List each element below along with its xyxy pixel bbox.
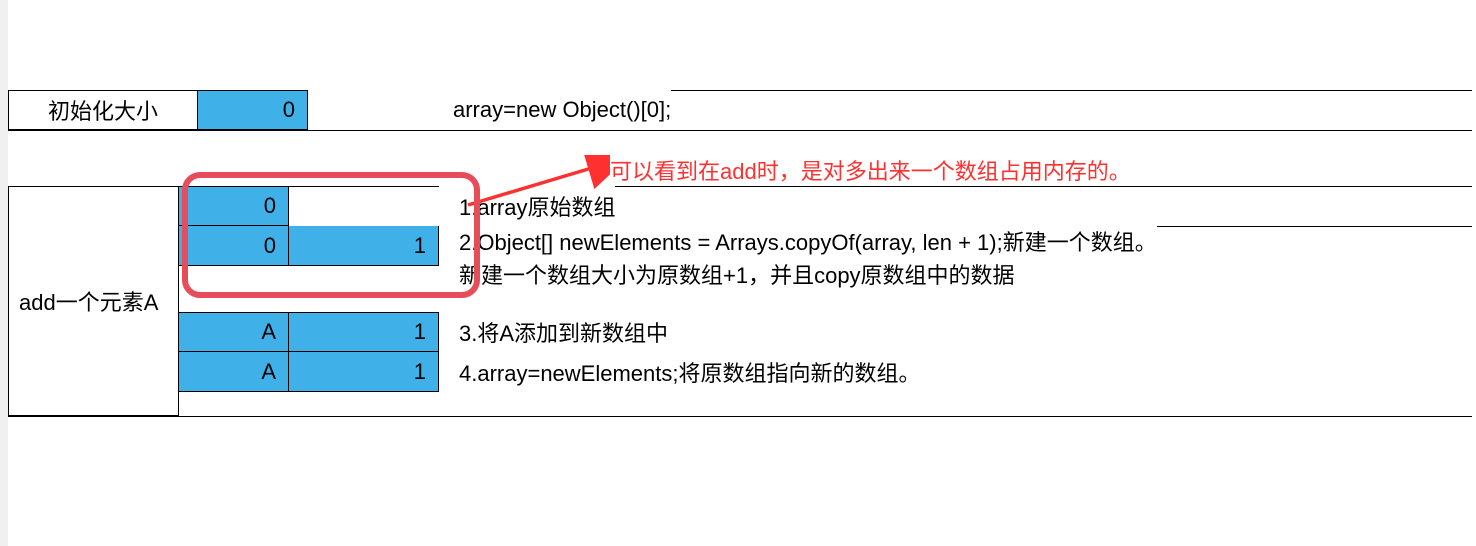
array-cell: A xyxy=(179,312,289,352)
array-cell-group: A 1 xyxy=(179,352,439,392)
left-gutter xyxy=(0,0,8,546)
array-cell-group: 0 xyxy=(179,186,439,226)
array-cell: 0 xyxy=(179,226,289,266)
add-label: add一个元素A xyxy=(8,186,178,416)
array-cell: A xyxy=(179,352,289,392)
step-description: 2.Object[] newElements = Arrays.copyOf(a… xyxy=(439,226,1157,292)
array-cell-group: A 1 xyxy=(179,312,439,352)
divider xyxy=(8,130,1472,131)
callout-text: 可以看到在add时，是对多出来一个数组占用内存的。 xyxy=(610,154,1131,186)
step-description-line: 2.Object[] newElements = Arrays.copyOf(a… xyxy=(459,226,1157,259)
step-row-2: 0 1 2.Object[] newElements = Arrays.copy… xyxy=(179,226,1157,292)
init-label: 初始化大小 xyxy=(8,90,198,130)
array-cell: 1 xyxy=(289,226,439,266)
step-row-4: A 1 4.array=newElements;将原数组指向新的数组。 xyxy=(179,352,1157,392)
step-description: 4.array=newElements;将原数组指向新的数组。 xyxy=(439,352,921,392)
array-cell: 1 xyxy=(289,312,439,352)
array-cell-group: 0 1 xyxy=(179,226,439,266)
array-cell: 0 xyxy=(179,186,289,226)
array-cell: 1 xyxy=(289,352,439,392)
step-row-1: 0 1.array原始数组 xyxy=(179,186,1157,226)
init-section: 初始化大小 0 array=new Object()[0]; xyxy=(8,90,671,130)
callout-arrow-icon xyxy=(460,155,610,215)
divider xyxy=(8,416,1472,417)
step-description-line: 新建一个数组大小为原数组+1，并且copy原数组中的数据 xyxy=(459,259,1015,292)
array-cell: 0 xyxy=(198,90,308,130)
spacer xyxy=(179,292,1157,312)
step-description: 3.将A添加到新数组中 xyxy=(439,312,668,352)
init-description: array=new Object()[0]; xyxy=(308,90,671,130)
step-row-3: A 1 3.将A添加到新数组中 xyxy=(179,312,1157,352)
add-section: add一个元素A 0 1.array原始数组 0 1 2.Object[] ne… xyxy=(8,186,1157,416)
